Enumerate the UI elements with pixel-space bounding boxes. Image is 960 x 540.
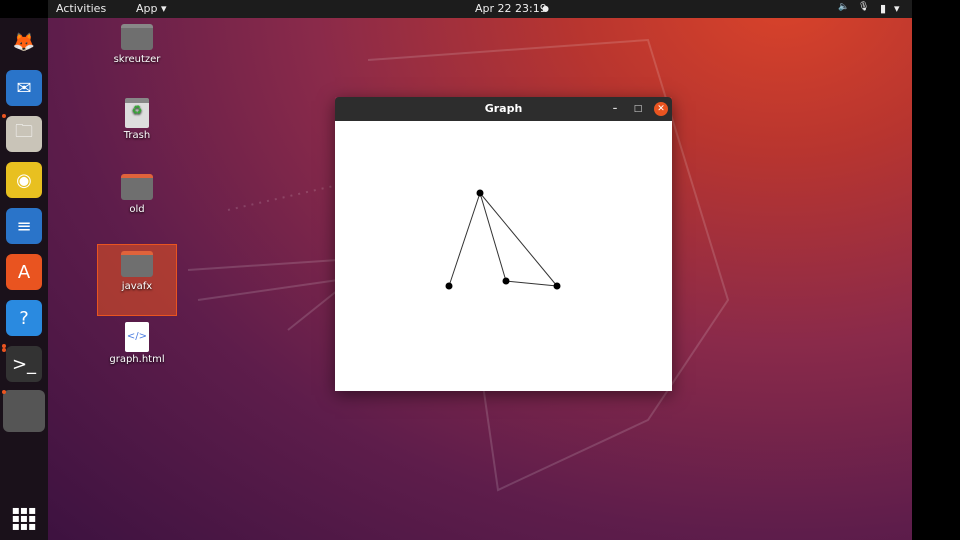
volume-icon[interactable]: 🔈: [838, 2, 849, 12]
dock-firefox-icon[interactable]: 🦊: [6, 24, 42, 60]
graph-node[interactable]: [445, 282, 453, 290]
running-indicator: [2, 114, 6, 118]
close-button[interactable]: ✕: [654, 102, 668, 116]
dock-thunderbird-icon[interactable]: ✉: [6, 70, 42, 106]
graph-edge: [479, 192, 558, 287]
icon-label: old: [129, 204, 145, 215]
graph-canvas[interactable]: [335, 121, 672, 391]
desktop-icon-graph-html[interactable]: </> graph.html: [97, 322, 177, 365]
maximize-button[interactable]: □: [631, 102, 645, 116]
graph-node[interactable]: [553, 282, 561, 290]
dock-libreoffice-writer-icon[interactable]: ≡: [6, 208, 42, 244]
graph-edge: [505, 280, 558, 287]
folder-icon: [121, 251, 153, 277]
graph-node[interactable]: [502, 277, 510, 285]
icon-label: javafx: [121, 281, 153, 292]
html-file-icon: </>: [125, 322, 149, 352]
icon-label: graph.html: [109, 354, 165, 365]
dock-files-icon[interactable]: 🗀: [6, 116, 42, 152]
graph-node[interactable]: [476, 189, 484, 197]
app-menu[interactable]: App ▾: [136, 2, 167, 15]
desktop-icon-home[interactable]: skreutzer: [97, 24, 177, 65]
dock-rhythmbox-icon[interactable]: ◉: [6, 162, 42, 198]
activities-button[interactable]: Activities: [56, 2, 106, 15]
show-applications-icon[interactable]: ▪▪▪ ▪▪▪ ▪▪▪: [6, 500, 42, 536]
window-titlebar[interactable]: Graph – □ ✕: [335, 97, 672, 121]
top-bar: Activities App ▾ Apr 22 23:19 ● 🔈 🎙 ▮ ▾: [48, 0, 912, 18]
dock-java-app-icon[interactable]: [3, 390, 45, 432]
window-title: Graph: [484, 102, 523, 115]
home-folder-icon: [121, 24, 153, 50]
running-indicator: [2, 390, 6, 394]
running-indicator: [2, 348, 6, 352]
clock[interactable]: Apr 22 23:19: [475, 2, 547, 15]
graph-svg: [445, 189, 561, 290]
desktop-icon-javafx[interactable]: javafx: [97, 244, 177, 316]
battery-icon[interactable]: ▮: [880, 2, 886, 15]
graph-window: Graph – □ ✕: [335, 97, 672, 391]
dock-terminal-icon[interactable]: >_: [6, 346, 42, 382]
graph-edge: [479, 192, 507, 282]
folder-icon: [121, 174, 153, 200]
icon-label: skreutzer: [113, 54, 161, 65]
icon-label: Trash: [123, 130, 151, 141]
minimize-button[interactable]: –: [608, 102, 622, 116]
trash-icon: ♻: [125, 98, 149, 128]
desktop-icon-old[interactable]: old: [97, 174, 177, 215]
desktop-icon-trash[interactable]: ♻ Trash: [97, 98, 177, 141]
dock: 🦊 ✉ 🗀 ◉ ≡ A? >_ ▪▪▪ ▪▪▪ ▪▪▪: [0, 18, 48, 540]
mic-icon[interactable]: 🎙: [858, 2, 869, 12]
notification-dot: ●: [542, 4, 549, 13]
desktop: Activities App ▾ Apr 22 23:19 ● 🔈 🎙 ▮ ▾ …: [48, 0, 912, 540]
dock-software-icon[interactable]: A: [6, 254, 42, 290]
dock-help-icon[interactable]: ?: [6, 300, 42, 336]
graph-edge: [448, 192, 481, 287]
system-menu-arrow-icon[interactable]: ▾: [894, 2, 900, 15]
